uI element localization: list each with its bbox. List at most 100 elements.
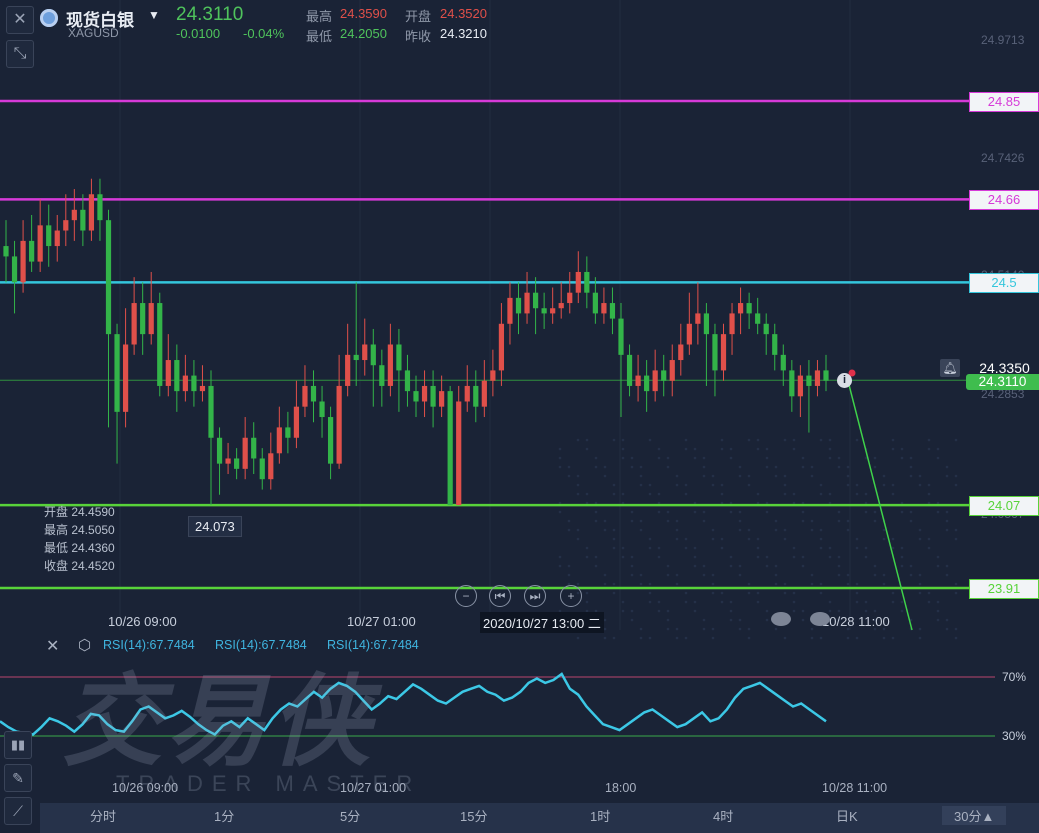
timeframe-4[interactable]: 1时 (590, 806, 610, 825)
map-dot (927, 537, 931, 541)
candle-body (404, 370, 411, 392)
timeframe-1[interactable]: 1分 (214, 806, 234, 825)
map-dot (765, 456, 769, 460)
candle-body (584, 271, 590, 293)
timeframe-6[interactable]: 日K (836, 806, 858, 825)
map-dot (693, 456, 697, 460)
level-tag[interactable]: 23.91 (969, 579, 1039, 599)
rsi-time-tick-2: 10/27 01:00 (340, 781, 407, 795)
candle-body (54, 230, 60, 247)
map-dot (594, 465, 598, 469)
timeframe-2[interactable]: 5分 (340, 806, 360, 825)
map-dot (711, 582, 715, 586)
candle-body (114, 334, 120, 412)
map-dot (603, 582, 607, 586)
map-dot (936, 447, 940, 451)
level-tag[interactable]: 24.07 (969, 496, 1039, 517)
rsi-close-icon[interactable]: ✕ (46, 636, 59, 656)
map-dot (702, 519, 706, 523)
map-dot (801, 609, 805, 613)
map-dot (576, 582, 580, 586)
map-dot (738, 510, 742, 514)
map-dot (900, 510, 904, 514)
map-dot (657, 447, 661, 451)
map-dot (936, 555, 940, 559)
map-dot (918, 474, 922, 478)
map-dot (765, 555, 769, 559)
map-dot (702, 465, 706, 469)
symbol-dropdown-icon[interactable]: ▼ (148, 8, 160, 22)
eye-icon[interactable] (771, 612, 791, 626)
bell-icon[interactable]: 🔔︎ (940, 359, 960, 377)
map-dot (657, 609, 661, 613)
map-dot (630, 564, 634, 568)
close-button[interactable]: ✕ (6, 6, 34, 34)
map-dot (711, 573, 715, 577)
level-tag[interactable]: 24.5 (969, 273, 1039, 294)
candle-body (669, 360, 675, 381)
map-dot (711, 537, 715, 541)
zoom-in-button[interactable]: + (560, 585, 582, 607)
map-dot (747, 582, 751, 586)
map-dot (594, 519, 598, 523)
ohlc-high: 最高 24.5050 (44, 523, 115, 537)
map-dot (666, 564, 670, 568)
high-value: 24.3590 (340, 6, 387, 21)
map-dot (783, 528, 787, 532)
map-dot (630, 618, 634, 622)
map-dot (954, 582, 958, 586)
candle-body (413, 391, 419, 402)
map-dot (909, 510, 913, 514)
map-dot (783, 537, 787, 541)
pen-icon[interactable]: ✎ (4, 764, 32, 792)
jump-end-button[interactable]: ⏭︎ (524, 585, 546, 607)
map-dot (702, 564, 706, 568)
timeframe-7[interactable]: 30分▲ (942, 806, 1007, 825)
map-dot (918, 483, 922, 487)
map-dot (558, 465, 562, 469)
level-tag[interactable]: 24.66 (969, 190, 1039, 211)
map-dot (954, 636, 958, 640)
timeframe-0[interactable]: 分时 (90, 806, 116, 825)
candle-body (157, 303, 163, 386)
candle-body (498, 323, 505, 371)
info-marker-icon[interactable]: i (837, 373, 852, 388)
map-dot (666, 510, 670, 514)
map-dot (576, 438, 580, 442)
map-dot (729, 600, 733, 604)
map-dot (810, 519, 814, 523)
timeframe-5[interactable]: 4时 (713, 806, 733, 825)
map-dot (666, 465, 670, 469)
map-dot (729, 555, 733, 559)
jump-start-button[interactable]: ⏮︎ (489, 585, 511, 607)
map-dot (927, 600, 931, 604)
map-dot (711, 483, 715, 487)
level-tag[interactable]: 24.85 (969, 92, 1039, 112)
candle-body (379, 365, 385, 386)
candle-body (174, 360, 180, 392)
map-dot (765, 609, 769, 613)
open-label: 开盘 (405, 9, 432, 24)
indicator-icon[interactable]: ▮▮ (4, 731, 32, 759)
map-dot (846, 582, 850, 586)
map-dot (675, 528, 679, 532)
map-dot (639, 465, 643, 469)
candle-body (541, 308, 547, 314)
candle-body (789, 370, 795, 397)
candle-body (216, 437, 223, 464)
timeframe-3[interactable]: 15分 (460, 806, 487, 825)
map-dot (774, 564, 778, 568)
eye-icon-2[interactable] (810, 612, 830, 626)
candle-body (345, 354, 351, 386)
map-dot (603, 618, 607, 622)
map-dot (819, 483, 823, 487)
map-dot (810, 528, 814, 532)
map-dot (684, 447, 688, 451)
line-tool-icon[interactable]: ⟋ (4, 797, 32, 825)
map-dot (594, 564, 598, 568)
map-dot (738, 465, 742, 469)
map-dot (612, 537, 616, 541)
map-dot (657, 510, 661, 514)
collapse-button[interactable]: ⤡ (6, 40, 34, 68)
zoom-out-button[interactable]: − (455, 585, 477, 607)
